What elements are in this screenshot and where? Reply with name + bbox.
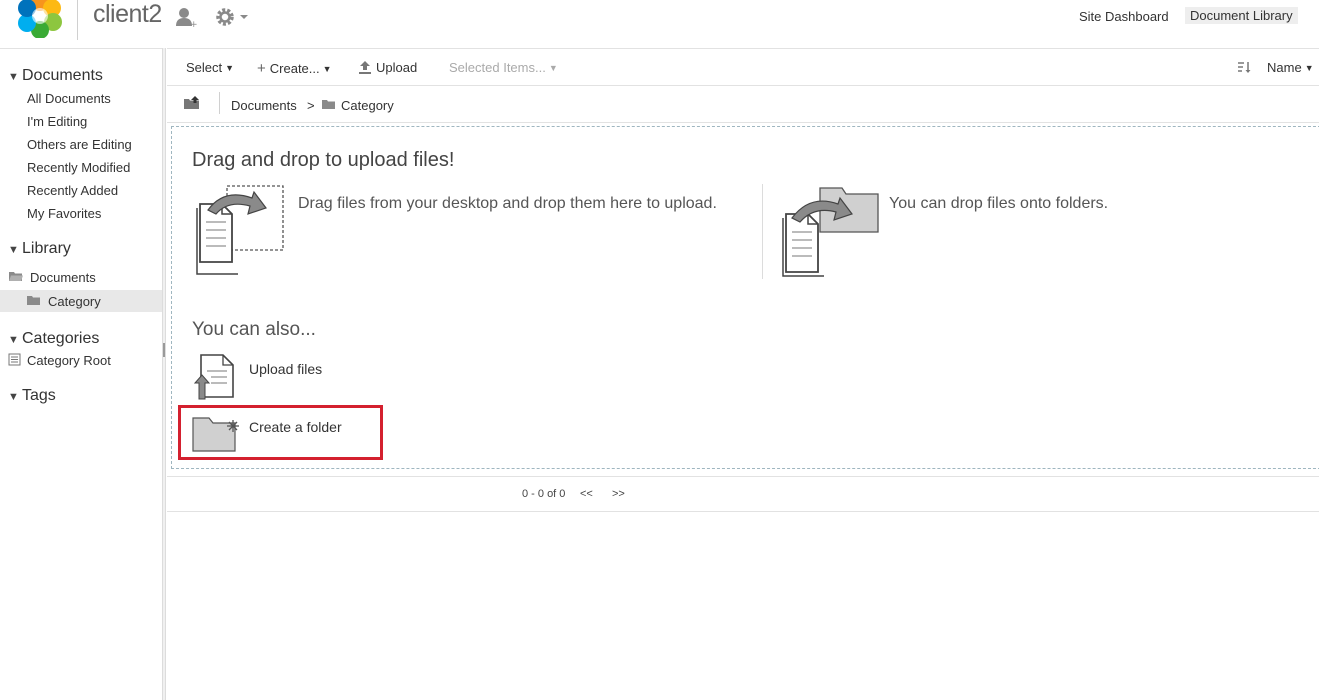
tree-item-label: Category [48, 294, 101, 309]
filter-others-editing[interactable]: Others are Editing [27, 137, 132, 152]
drop-on-folder-illustration-icon [782, 187, 879, 277]
filter-im-editing[interactable]: I'm Editing [27, 114, 87, 129]
breadcrumb-separator: > [307, 98, 315, 113]
collapse-triangle-icon: ▼ [8, 334, 19, 346]
upload-button[interactable]: Upload [358, 60, 417, 75]
drop-zone-divider [762, 184, 763, 279]
plus-icon: + [257, 60, 266, 77]
upload-files-link[interactable]: Upload files [249, 361, 322, 377]
tags-section-toggle[interactable]: ▼ Tags [8, 387, 56, 405]
svg-text:+: + [190, 20, 197, 28]
filter-all-documents[interactable]: All Documents [27, 91, 111, 106]
upload-label: Upload [376, 60, 418, 75]
sidebar: ▼ Documents All Documents I'm Editing Oth… [0, 48, 162, 700]
selected-items-menu[interactable]: Selected Items... ▼ [449, 60, 558, 75]
drop-zone-title: Drag and drop to upload files! [192, 149, 455, 171]
site-dashboard-link[interactable]: Site Dashboard [1079, 9, 1169, 24]
app-header: client2 + Site Dashboard Document Librar… [0, 0, 1319, 48]
breadcrumb-current: Category [341, 98, 394, 113]
breadcrumb-documents-link[interactable]: Documents [231, 98, 297, 113]
library-heading: Library [22, 240, 71, 257]
previous-page-button[interactable]: << [580, 488, 593, 500]
site-title[interactable]: client2 [93, 0, 162, 29]
caret-down-icon: ▼ [225, 63, 235, 73]
header-divider [77, 0, 78, 40]
folder-icon [322, 100, 335, 109]
next-page-button[interactable]: >> [612, 488, 625, 500]
drop-on-folders-hint: You can drop files onto folders. [889, 195, 1109, 212]
folder-up-icon[interactable] [184, 96, 201, 110]
breadcrumb: Documents > Category [167, 87, 1319, 123]
gear-icon[interactable] [214, 6, 250, 28]
create-menu-button[interactable]: + Create... ▼ [257, 60, 332, 77]
documents-heading: Documents [22, 67, 103, 84]
select-label: Select [186, 60, 223, 75]
sidebar-resizer[interactable] [162, 48, 166, 700]
you-can-also-heading: You can also... [192, 319, 316, 340]
category-tree-icon [8, 353, 21, 366]
folder-open-icon [9, 272, 23, 281]
caret-down-icon: ▼ [548, 63, 558, 73]
upload-file-icon[interactable] [193, 353, 237, 401]
categories-section-toggle[interactable]: ▼ Categories [8, 330, 99, 348]
upload-icon [359, 61, 371, 74]
selected-items-label: Selected Items... [449, 60, 546, 75]
tags-heading: Tags [22, 387, 56, 404]
drag-files-illustration-icon [196, 185, 284, 275]
sort-field-label: Name [1267, 60, 1302, 75]
paginator: 0 - 0 of 0 << >> [167, 476, 1319, 512]
tree-item-category[interactable]: Category [0, 290, 162, 312]
filter-recently-added[interactable]: Recently Added [27, 183, 118, 198]
document-library-link[interactable]: Document Library [1185, 7, 1298, 24]
caret-down-icon: ▼ [1304, 63, 1314, 73]
breadcrumb-divider [219, 92, 220, 114]
drag-desktop-hint: Drag files from your desktop and drop th… [298, 195, 717, 212]
sort-field-menu[interactable]: Name ▼ [1267, 60, 1314, 75]
collapse-triangle-icon: ▼ [8, 244, 19, 256]
highlight-annotation [178, 405, 383, 460]
tree-item-documents[interactable]: Documents [0, 266, 162, 288]
filter-my-favorites[interactable]: My Favorites [27, 206, 101, 221]
sort-direction-icon[interactable] [1237, 61, 1251, 74]
select-menu-button[interactable]: Select ▼ [186, 60, 234, 75]
create-label: Create... [269, 61, 320, 76]
documents-section-toggle[interactable]: ▼ Documents [8, 67, 103, 85]
library-section-toggle[interactable]: ▼ Library [8, 240, 71, 258]
folder-icon [27, 296, 40, 305]
page-range-text: 0 - 0 of 0 [522, 488, 566, 500]
app-logo-icon[interactable] [16, 0, 64, 38]
collapse-triangle-icon: ▼ [8, 71, 19, 83]
resize-grip-icon[interactable] [163, 343, 165, 357]
add-user-icon[interactable]: + [175, 6, 197, 28]
caret-down-icon: ▼ [322, 64, 332, 74]
document-toolbar: Select ▼ + Create... ▼ Upload Selected Item… [167, 48, 1319, 86]
tree-item-label: Documents [30, 270, 96, 285]
collapse-triangle-icon: ▼ [8, 391, 19, 403]
category-root-link[interactable]: Category Root [27, 353, 111, 368]
categories-heading: Categories [22, 330, 100, 347]
filter-recently-modified[interactable]: Recently Modified [27, 160, 130, 175]
